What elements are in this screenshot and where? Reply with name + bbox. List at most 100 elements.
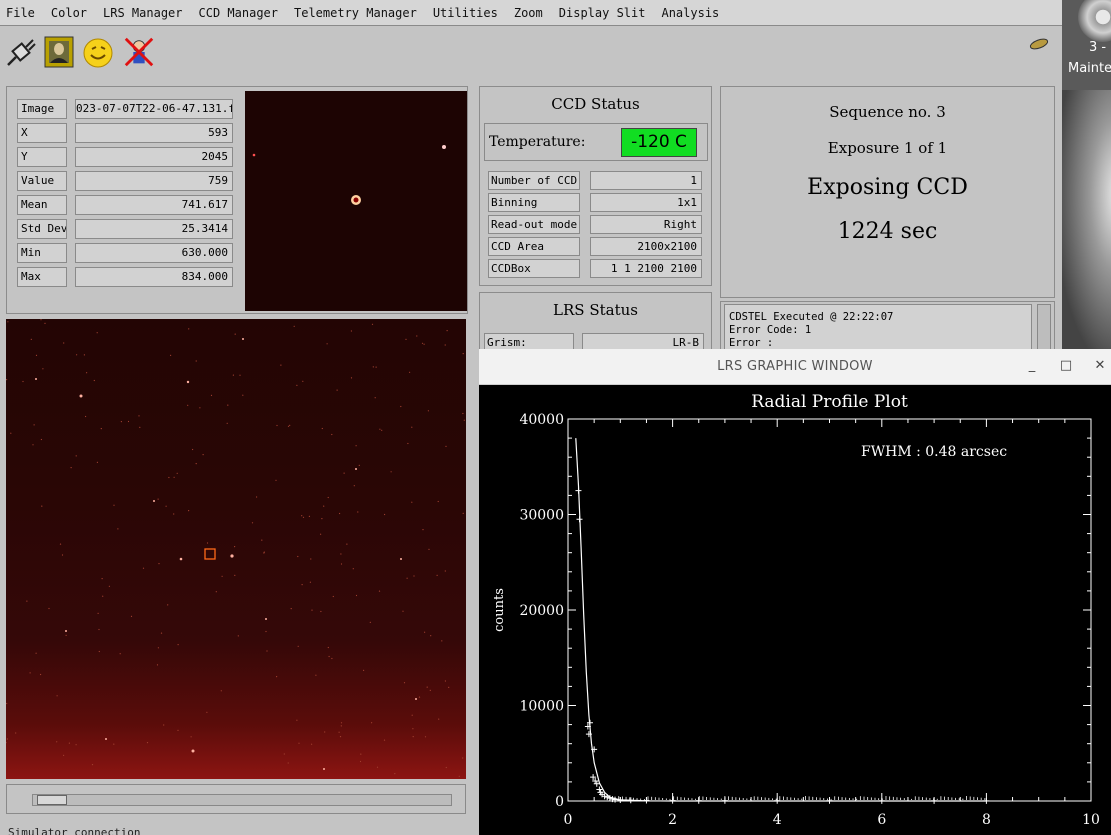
star — [230, 554, 234, 558]
noise-dot — [411, 714, 413, 716]
noise-dot — [146, 742, 149, 744]
star — [179, 557, 183, 561]
star — [65, 630, 67, 632]
toolbar — [0, 27, 1062, 81]
menu-lrs-manager[interactable]: LRS Manager — [103, 6, 182, 20]
noise-dot — [42, 368, 44, 370]
menu-analysis[interactable]: Analysis — [661, 6, 719, 20]
selection-box[interactable] — [204, 548, 216, 560]
log-text[interactable]: CDSTEL Executed @ 22:22:07 Error Code: 1… — [724, 304, 1032, 352]
noise-dot — [308, 515, 310, 517]
scroll-track[interactable] — [32, 794, 452, 806]
noise-dot — [96, 332, 98, 334]
noise-dot — [35, 652, 37, 654]
menu-color[interactable]: Color — [51, 6, 87, 20]
noise-dot — [256, 496, 258, 498]
noise-dot — [416, 335, 418, 337]
noise-dot — [188, 510, 190, 512]
field-value[interactable]: 741.617 — [75, 195, 233, 215]
smiley-icon[interactable] — [82, 35, 116, 69]
data-point — [983, 797, 990, 804]
zoom-thumbnail[interactable] — [245, 91, 467, 311]
sequence-panel: Sequence no. 3 Exposure 1 of 1 Exposing … — [720, 86, 1055, 298]
field-value[interactable]: 593 — [75, 123, 233, 143]
menu-utilities[interactable]: Utilities — [433, 6, 498, 20]
field-value[interactable]: 2045 — [75, 147, 233, 167]
y-tick-label: 0 — [555, 794, 564, 810]
image-scrollbar[interactable] — [6, 784, 466, 814]
noise-dot — [324, 731, 326, 733]
noise-dot — [85, 415, 87, 418]
menu-telemetry-manager[interactable]: Telemetry Manager — [294, 6, 417, 20]
menu-file[interactable]: File — [6, 6, 35, 20]
data-point — [669, 797, 676, 804]
field-label: Max — [17, 267, 67, 287]
noise-dot — [374, 397, 376, 399]
field-value[interactable]: 630.000 — [75, 243, 233, 263]
noise-dot — [234, 333, 236, 335]
maximize-button[interactable]: □ — [1057, 358, 1075, 373]
portrait-icon[interactable] — [42, 35, 76, 69]
noise-dot — [383, 739, 386, 741]
lrs-status-panel: LRS Status Grism: LR-B — [479, 292, 712, 354]
noise-dot — [61, 554, 64, 556]
noise-dot — [157, 498, 159, 500]
noise-dot — [65, 634, 67, 636]
noise-dot — [86, 372, 88, 374]
field-value[interactable]: 759 — [75, 171, 233, 191]
noise-dot — [426, 686, 428, 688]
noise-dot — [221, 575, 223, 577]
minimize-button[interactable]: _ — [1023, 358, 1041, 373]
noise-dot — [462, 512, 464, 514]
ccd-image-view[interactable] — [5, 319, 466, 779]
star — [323, 768, 325, 770]
noise-dot — [97, 612, 99, 614]
noise-dot — [63, 342, 65, 344]
menu-display-slit[interactable]: Display Slit — [559, 6, 646, 20]
noise-dot — [202, 454, 204, 456]
noise-dot — [428, 548, 430, 550]
scroll-thumb[interactable] — [37, 795, 67, 805]
menu-ccd-manager[interactable]: CCD Manager — [199, 6, 278, 20]
noise-dot — [462, 757, 464, 759]
no-operator-icon[interactable] — [122, 35, 156, 69]
plug-icon[interactable] — [4, 35, 38, 69]
noise-dot — [463, 419, 465, 421]
noise-dot — [407, 442, 409, 445]
log-scrollbar[interactable] — [1037, 304, 1051, 352]
noise-dot — [195, 360, 197, 362]
noise-dot — [263, 551, 265, 553]
field-value[interactable]: 834.000 — [75, 267, 233, 287]
noise-dot — [424, 631, 426, 633]
noise-dot — [199, 407, 201, 409]
field-label: Image — [17, 99, 67, 119]
noise-dot — [378, 590, 381, 592]
noise-dot — [170, 354, 172, 356]
noise-dot — [242, 394, 244, 396]
noise-dot — [265, 630, 267, 633]
field-value[interactable]: 25.3414 — [75, 219, 233, 239]
noise-dot — [309, 581, 311, 583]
noise-dot — [411, 426, 413, 428]
noise-dot — [276, 424, 278, 427]
noise-dot — [437, 500, 439, 503]
noise-dot — [290, 608, 292, 610]
close-button[interactable]: ✕ — [1091, 358, 1109, 373]
field-value[interactable]: 023-07-07T22-06-47.131.fts — [75, 99, 233, 119]
noise-dot — [195, 463, 197, 465]
window-titlebar[interactable]: LRS GRAPHIC WINDOW _ □ ✕ — [479, 349, 1111, 385]
noise-dot — [215, 591, 217, 593]
noise-dot — [30, 338, 32, 340]
menu-zoom[interactable]: Zoom — [514, 6, 543, 20]
noise-dot — [353, 485, 355, 487]
noise-dot — [301, 515, 303, 517]
noise-dot — [206, 711, 208, 713]
noise-dot — [321, 427, 323, 430]
plot-title: Radial Profile Plot — [751, 392, 908, 412]
star — [355, 468, 357, 470]
field-label: Value — [17, 171, 67, 191]
noise-dot — [6, 702, 8, 705]
noise-dot — [283, 753, 285, 755]
noise-dot — [418, 696, 421, 698]
hand-icon[interactable] — [1024, 31, 1054, 55]
